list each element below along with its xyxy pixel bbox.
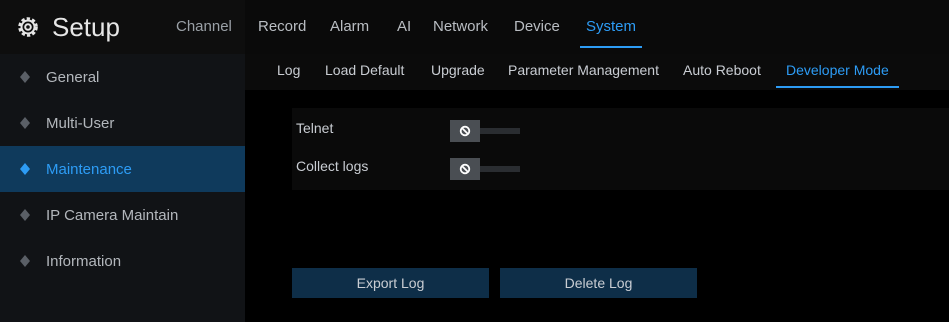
developer-settings-panel: Telnet Collect logs (292, 108, 949, 190)
sidebar-item-information[interactable]: Information (0, 238, 245, 284)
tab-record[interactable]: Record (258, 0, 306, 54)
sidebar-item-multi-user[interactable]: Multi-User (0, 100, 245, 146)
disabled-icon (450, 120, 480, 142)
sidebar: General Multi-User Maintenance IP Camera… (0, 54, 245, 322)
sidebar-item-label: Multi-User (46, 114, 115, 132)
sidebar-item-label: IP Camera Maintain (46, 206, 179, 224)
disabled-icon (450, 158, 480, 180)
tab-device[interactable]: Device (514, 0, 560, 54)
tab-alarm[interactable]: Alarm (330, 0, 369, 54)
diamond-icon (20, 209, 30, 221)
main-content: Telnet Collect logs Export Log Delete Lo… (245, 90, 949, 322)
tab-ai[interactable]: AI (397, 0, 411, 54)
diamond-icon (20, 255, 30, 267)
sidebar-item-label: General (46, 68, 100, 86)
subtab-upgrade[interactable]: Upgrade (431, 54, 485, 90)
sidebar-item-general[interactable]: General (0, 54, 245, 100)
gear-icon (18, 17, 38, 37)
telnet-label: Telnet (296, 120, 334, 136)
diamond-icon (20, 117, 30, 129)
subtab-auto-reboot[interactable]: Auto Reboot (683, 54, 761, 90)
diamond-icon (20, 71, 30, 83)
subtab-bar: Log Load Default Upgrade Parameter Manag… (245, 54, 949, 90)
subtab-developer-mode[interactable]: Developer Mode (776, 54, 899, 90)
sidebar-item-label: Maintenance (46, 160, 132, 178)
top-header: Setup Channel Record Alarm AI Network De… (0, 0, 949, 54)
telnet-toggle[interactable] (450, 120, 520, 142)
delete-log-button[interactable]: Delete Log (500, 268, 697, 298)
export-log-button[interactable]: Export Log (292, 268, 489, 298)
tab-system[interactable]: System (579, 0, 643, 54)
collect-logs-label: Collect logs (296, 158, 369, 174)
subtab-log[interactable]: Log (277, 54, 300, 90)
sidebar-item-maintenance[interactable]: Maintenance (0, 146, 245, 192)
subtab-load-default[interactable]: Load Default (325, 54, 404, 90)
sidebar-item-ip-camera-maintain[interactable]: IP Camera Maintain (0, 192, 245, 238)
tab-network[interactable]: Network (433, 0, 488, 54)
sidebar-item-label: Information (46, 252, 122, 270)
page-title: Setup (52, 11, 120, 42)
subtab-parameter-management[interactable]: Parameter Management (508, 54, 659, 90)
collect-logs-toggle[interactable] (450, 158, 520, 180)
tab-channel[interactable]: Channel (176, 0, 232, 54)
diamond-icon (20, 163, 30, 175)
